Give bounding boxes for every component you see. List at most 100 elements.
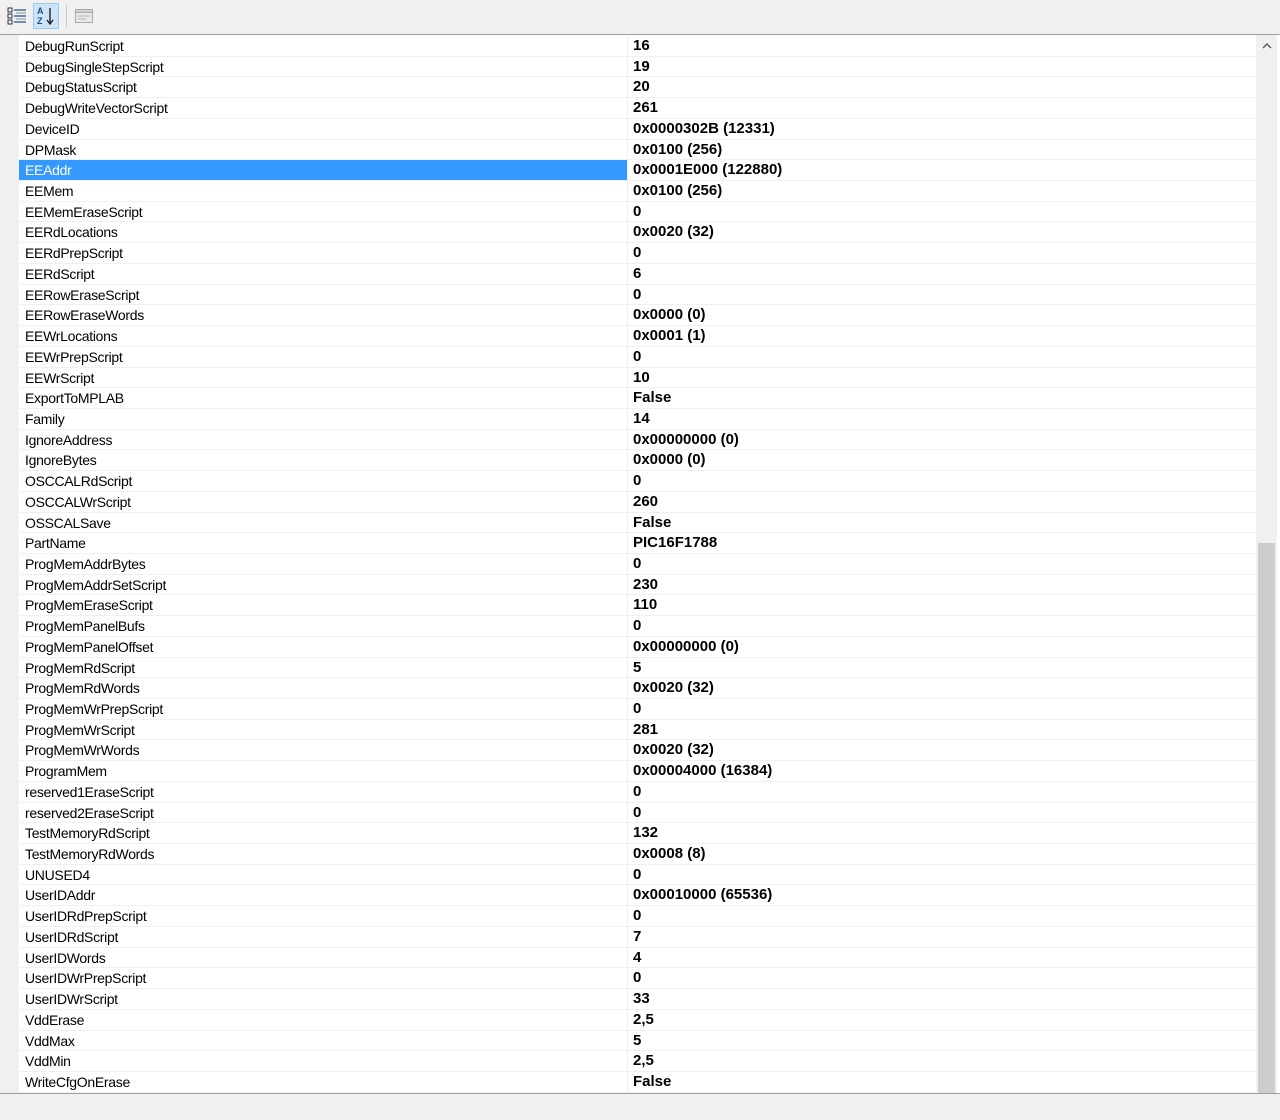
property-name[interactable]: TestMemoryRdScript — [19, 823, 627, 843]
property-value[interactable]: 10 — [628, 368, 1256, 388]
property-row[interactable]: DebugRunScript 16 — [0, 36, 1256, 57]
property-name[interactable]: DebugSingleStepScript — [19, 57, 627, 77]
property-row[interactable]: Family 14 — [0, 408, 1256, 430]
property-row[interactable]: DebugStatusScript 20 — [0, 77, 1256, 99]
property-value[interactable]: 20 — [628, 77, 1256, 97]
property-pages-button[interactable] — [71, 3, 97, 29]
property-value[interactable]: 5 — [628, 1031, 1256, 1051]
property-value[interactable]: 0x00000000 (0) — [628, 430, 1256, 450]
property-row[interactable]: ProgMemAddrBytes 0 — [0, 553, 1256, 575]
property-row[interactable]: ProgMemAddrSetScript 230 — [0, 574, 1256, 596]
property-value[interactable]: False — [628, 513, 1256, 533]
property-row[interactable]: reserved2EraseScript 0 — [0, 802, 1256, 824]
property-name[interactable]: ProgMemEraseScript — [19, 595, 627, 615]
property-value[interactable]: 0 — [628, 471, 1256, 491]
property-value[interactable]: 0x0001 (1) — [628, 326, 1256, 346]
property-value[interactable]: 4 — [628, 948, 1256, 968]
property-name[interactable]: EEWrLocations — [19, 326, 627, 346]
property-row[interactable]: UserIDWords 4 — [0, 947, 1256, 969]
property-name[interactable]: ProgMemPanelBufs — [19, 616, 627, 636]
property-value[interactable]: 0x0020 (32) — [628, 678, 1256, 698]
property-value[interactable]: False — [628, 388, 1256, 408]
property-row[interactable]: ExportToMPLAB False — [0, 388, 1256, 409]
property-row[interactable]: EEWrLocations 0x0001 (1) — [0, 326, 1256, 347]
property-value[interactable]: 0x0000 (0) — [628, 450, 1256, 470]
property-row[interactable]: WriteCfgOnErase False — [0, 1071, 1256, 1093]
property-name[interactable]: ProgMemWrScript — [19, 720, 627, 740]
property-value[interactable]: 16 — [628, 36, 1256, 56]
categorized-button[interactable] — [4, 3, 30, 29]
property-row[interactable]: EEWrPrepScript 0 — [0, 346, 1256, 368]
property-name[interactable]: ProgMemAddrBytes — [19, 554, 627, 574]
property-name[interactable]: EERdLocations — [19, 222, 627, 242]
property-value[interactable]: 33 — [628, 989, 1256, 1009]
property-value[interactable]: 0x0000302B (12331) — [628, 119, 1256, 139]
property-row[interactable]: PartName PIC16F1788 — [0, 533, 1256, 554]
property-row[interactable]: VddErase 2,5 — [0, 1009, 1256, 1031]
property-name[interactable]: UserIDWrScript — [19, 989, 627, 1009]
property-row[interactable]: ProgMemWrWords 0x0020 (32) — [0, 740, 1256, 762]
property-name[interactable]: EERowEraseScript — [19, 285, 627, 305]
property-name[interactable]: EERdScript — [19, 264, 627, 284]
property-value[interactable]: 0 — [628, 865, 1256, 885]
property-value[interactable]: 7 — [628, 927, 1256, 947]
property-row[interactable]: OSCCALWrScript 260 — [0, 491, 1256, 513]
property-name[interactable]: EERdPrepScript — [19, 243, 627, 263]
property-name[interactable]: EEMem — [19, 181, 627, 201]
property-row[interactable]: OSSCALSave False — [0, 512, 1256, 534]
property-row[interactable]: EERdPrepScript 0 — [0, 243, 1256, 264]
property-value[interactable]: 0 — [628, 285, 1256, 305]
property-row[interactable]: DebugSingleStepScript 19 — [0, 56, 1256, 78]
property-name[interactable]: UserIDRdScript — [19, 927, 627, 947]
property-value[interactable]: False — [628, 1072, 1256, 1092]
property-name[interactable]: ExportToMPLAB — [19, 388, 627, 408]
property-value[interactable]: 0 — [628, 347, 1256, 367]
property-name[interactable]: UserIDWrPrepScript — [19, 968, 627, 988]
property-name[interactable]: UserIDAddr — [19, 885, 627, 905]
property-name[interactable]: DebugWriteVectorScript — [19, 98, 627, 118]
property-row[interactable]: IgnoreAddress 0x00000000 (0) — [0, 429, 1256, 451]
property-name[interactable]: OSCCALRdScript — [19, 471, 627, 491]
property-name[interactable]: WriteCfgOnErase — [19, 1072, 627, 1092]
property-row[interactable]: ProgMemPanelOffset 0x00000000 (0) — [0, 636, 1256, 658]
property-name[interactable]: EEWrScript — [19, 368, 627, 388]
property-name[interactable]: DeviceID — [19, 119, 627, 139]
property-row[interactable]: ProgMemPanelBufs 0 — [0, 616, 1256, 637]
property-row[interactable]: UserIDAddr 0x00010000 (65536) — [0, 885, 1256, 907]
property-row[interactable]: IgnoreBytes 0x0000 (0) — [0, 450, 1256, 472]
property-name[interactable]: ProgMemAddrSetScript — [19, 575, 627, 595]
property-value[interactable]: 0x0001E000 (122880) — [628, 160, 1256, 180]
vertical-scrollbar[interactable] — [1256, 35, 1277, 1095]
property-name[interactable]: DPMask — [19, 140, 627, 160]
property-value[interactable]: 0x0100 (256) — [628, 181, 1256, 201]
property-row[interactable]: EERdLocations 0x0020 (32) — [0, 222, 1256, 244]
property-row[interactable]: VddMax 5 — [0, 1030, 1256, 1052]
property-name[interactable]: ProgMemWrPrepScript — [19, 699, 627, 719]
property-value[interactable]: 2,5 — [628, 1010, 1256, 1030]
property-row[interactable]: EEMem 0x0100 (256) — [0, 181, 1256, 202]
property-name[interactable]: UserIDRdPrepScript — [19, 906, 627, 926]
property-row[interactable]: ProgMemWrScript 281 — [0, 719, 1256, 741]
property-value[interactable]: 0 — [628, 243, 1256, 263]
property-name[interactable]: ProgMemRdWords — [19, 678, 627, 698]
property-name[interactable]: VddMax — [19, 1031, 627, 1051]
property-value[interactable]: 19 — [628, 57, 1256, 77]
property-name[interactable]: EEMemEraseScript — [19, 202, 627, 222]
property-name[interactable]: ProgMemRdScript — [19, 658, 627, 678]
property-row[interactable]: ProgMemRdWords 0x0020 (32) — [0, 678, 1256, 699]
property-value[interactable]: 132 — [628, 823, 1256, 843]
property-value[interactable]: 0x0020 (32) — [628, 222, 1256, 242]
scroll-up-button[interactable] — [1256, 35, 1277, 56]
property-value[interactable]: 260 — [628, 492, 1256, 512]
property-value[interactable]: 0 — [628, 803, 1256, 823]
property-row[interactable]: EEMemEraseScript 0 — [0, 201, 1256, 223]
property-value[interactable]: 5 — [628, 658, 1256, 678]
property-name[interactable]: UNUSED4 — [19, 865, 627, 885]
property-name[interactable]: PartName — [19, 533, 627, 553]
property-row[interactable]: UserIDRdPrepScript 0 — [0, 906, 1256, 927]
property-row[interactable]: reserved1EraseScript 0 — [0, 781, 1256, 803]
property-row[interactable]: UserIDWrScript 33 — [0, 989, 1256, 1010]
property-row[interactable]: DeviceID 0x0000302B (12331) — [0, 118, 1256, 140]
property-value[interactable]: 261 — [628, 98, 1256, 118]
property-row[interactable]: EERdScript 6 — [0, 263, 1256, 285]
